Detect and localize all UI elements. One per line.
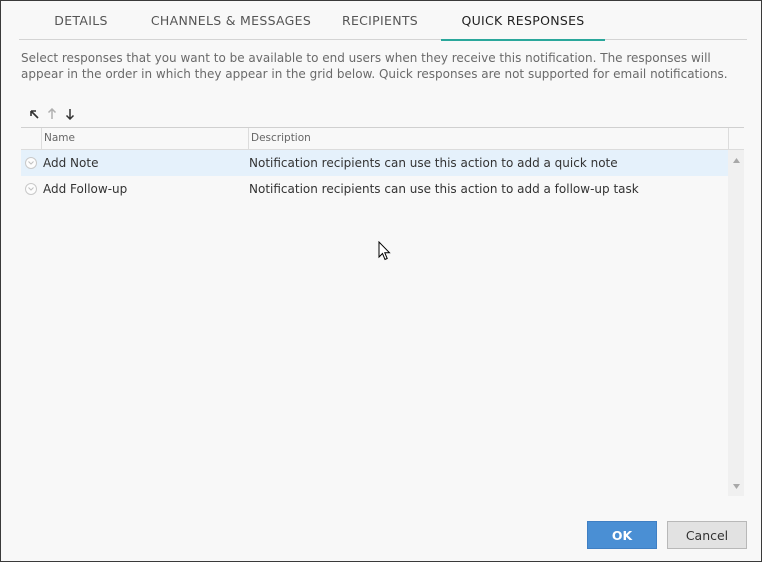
tab-details[interactable]: DETAILS — [19, 1, 143, 40]
quick-responses-grid: Name Description Add Note Notification r… — [21, 127, 744, 496]
move-down-button[interactable] — [63, 106, 77, 122]
instructions-text: Select responses that you want to be ava… — [21, 51, 728, 81]
vertical-scrollbar[interactable] — [728, 150, 744, 496]
ok-button[interactable]: OK — [587, 521, 657, 549]
table-row[interactable]: Add Note Notification recipients can use… — [21, 150, 728, 176]
column-header-name[interactable]: Name — [41, 128, 248, 150]
chevron-down-icon[interactable] — [25, 183, 37, 195]
grid-rows: Add Note Notification recipients can use… — [21, 150, 728, 202]
move-up-button[interactable] — [45, 106, 59, 122]
tab-bar: DETAILS CHANNELS & MESSAGES RECIPIENTS Q… — [19, 1, 747, 41]
arrow-up-icon — [47, 108, 57, 119]
scroll-down-icon[interactable] — [732, 482, 740, 490]
tab-recipients[interactable]: RECIPIENTS — [319, 1, 441, 40]
column-header-description[interactable]: Description — [248, 128, 728, 150]
row-name: Add Note — [43, 156, 99, 170]
row-description: Notification recipients can use this act… — [249, 156, 618, 170]
mouse-pointer-icon — [378, 241, 391, 261]
arrow-up-left-icon — [29, 109, 39, 119]
table-row[interactable]: Add Follow-up Notification recipients ca… — [21, 176, 728, 202]
move-to-top-button[interactable] — [27, 106, 41, 122]
row-name: Add Follow-up — [43, 182, 128, 196]
notification-dialog: DETAILS CHANNELS & MESSAGES RECIPIENTS Q… — [0, 0, 762, 562]
reorder-toolbar — [27, 106, 77, 122]
scroll-up-icon[interactable] — [732, 156, 740, 164]
chevron-down-icon[interactable] — [25, 157, 37, 169]
arrow-down-icon — [65, 109, 75, 120]
column-header-spacer — [728, 128, 744, 150]
row-description: Notification recipients can use this act… — [249, 182, 639, 196]
tab-channels-messages[interactable]: CHANNELS & MESSAGES — [143, 1, 319, 40]
grid-header: Name Description — [21, 128, 744, 150]
cancel-button[interactable]: Cancel — [667, 521, 747, 549]
tab-quick-responses[interactable]: QUICK RESPONSES — [441, 1, 605, 41]
